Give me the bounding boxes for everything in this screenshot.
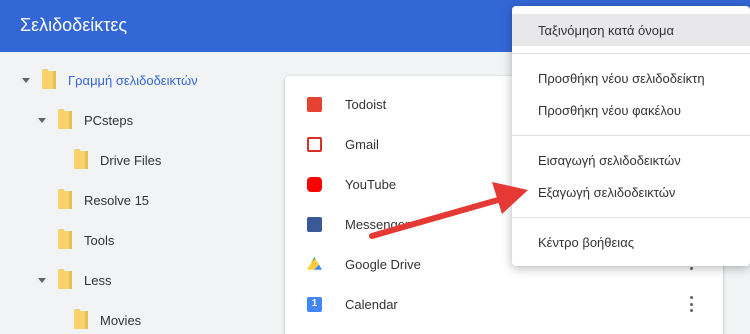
folder-tree: Γραμμή σελιδοδεικτών PCsteps Drive Files… (0, 52, 285, 334)
google-drive-icon (307, 257, 322, 270)
facebook-icon (307, 217, 322, 232)
menu-divider (512, 135, 750, 136)
collapse-caret-icon[interactable] (38, 117, 46, 123)
bookmark-label: Google Drive (345, 256, 421, 272)
menu-divider (512, 217, 750, 218)
menu-divider (512, 53, 750, 54)
menu-item-help-center[interactable]: Κέντρο βοήθειας (512, 226, 750, 258)
menu-item-export-bookmarks[interactable]: Εξαγωγή σελιδοδεικτών (512, 176, 750, 208)
tree-item-label: Resolve 15 (84, 192, 150, 208)
bookmark-label: YouTube (345, 176, 397, 192)
folder-icon (58, 189, 72, 209)
collapse-caret-icon[interactable] (38, 277, 46, 283)
tree-item-drive-files[interactable]: Drive Files (74, 148, 161, 172)
tree-item-less[interactable]: Less (38, 268, 111, 292)
folder-icon (74, 149, 88, 169)
tree-item-label: Tools (84, 232, 115, 248)
bookmark-row[interactable]: 1 Calendar (285, 284, 723, 324)
tree-item-label: Movies (100, 312, 142, 328)
tree-item-tools[interactable]: Tools (58, 228, 114, 252)
tree-item-label: Drive Files (100, 152, 162, 168)
bookmark-label: Calendar (345, 296, 398, 312)
collapse-caret-icon[interactable] (22, 77, 30, 83)
tree-item-resolve-15[interactable]: Resolve 15 (58, 188, 149, 212)
youtube-icon (307, 177, 322, 192)
folder-icon (58, 269, 72, 289)
menu-item-import-bookmarks[interactable]: Εισαγωγή σελιδοδεικτών (512, 144, 750, 176)
tree-item-label: Less (84, 272, 112, 288)
organize-menu: Ταξινόμηση κατά όνομα Προσθήκη νέου σελι… (512, 6, 750, 266)
menu-item-add-folder[interactable]: Προσθήκη νέου φακέλου (512, 94, 750, 126)
calendar-badge: 1 (311, 298, 318, 309)
tree-item-pcsteps[interactable]: PCsteps (38, 108, 133, 132)
menu-item-sort-by-name[interactable]: Ταξινόμηση κατά όνομα (512, 14, 750, 46)
tree-item-label: Γραμμή σελιδοδεικτών (68, 72, 198, 88)
tree-item-label: PCsteps (84, 112, 134, 128)
folder-icon (42, 69, 56, 89)
folder-icon (58, 229, 72, 249)
folder-icon (58, 109, 72, 129)
folder-icon (74, 309, 88, 329)
tree-item-movies[interactable]: Movies (74, 308, 141, 332)
more-options-icon[interactable] (689, 296, 693, 312)
bookmark-label: Messenger (345, 216, 410, 232)
bookmark-label: Gmail (345, 136, 379, 152)
page-title: Σελιδοδείκτες (20, 15, 128, 35)
todoist-icon (307, 97, 322, 112)
tree-item-bookmarks-bar[interactable]: Γραμμή σελιδοδεικτών (22, 68, 198, 92)
gmail-icon (307, 137, 322, 152)
bookmark-label: Todoist (345, 96, 387, 112)
menu-item-add-bookmark[interactable]: Προσθήκη νέου σελιδοδείκτη (512, 62, 750, 94)
